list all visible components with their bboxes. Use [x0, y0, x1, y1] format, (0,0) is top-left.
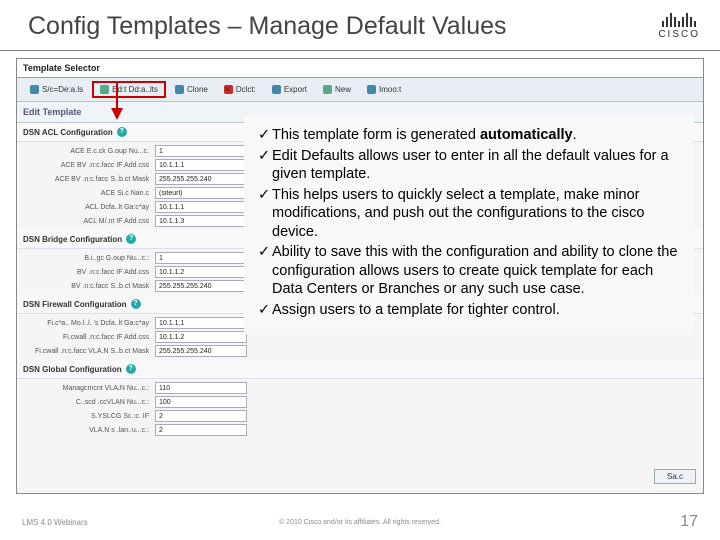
- input[interactable]: [155, 345, 247, 357]
- import-icon: [367, 85, 376, 94]
- label: DSN Bridge Configuration: [23, 235, 122, 244]
- input[interactable]: [155, 187, 247, 199]
- form-row: Managcmcnt VLA.N Nu...c.:: [17, 381, 703, 395]
- logo-block: CISCO: [658, 13, 700, 40]
- check-icon: ✓: [258, 243, 272, 299]
- label: Fi.c*a.. Mo.l..l. 's Dcfa..lt Ga:c*ay: [23, 320, 155, 327]
- slide: Config Templates – Manage Default Values…: [0, 0, 720, 540]
- input[interactable]: [155, 266, 247, 278]
- divider: [0, 50, 720, 51]
- clone-icon: [175, 85, 184, 94]
- input[interactable]: [155, 317, 247, 329]
- label: C..scd .ccVLAN Nu...c.:: [23, 399, 155, 406]
- import-button[interactable]: Imoo:t: [360, 82, 408, 97]
- global-rows: Managcmcnt VLA.N Nu...c.: C..scd .ccVLAN…: [17, 379, 703, 439]
- page-number: 17: [680, 513, 698, 531]
- label: ACE BV .n:c.facc S..b.ct Mask: [23, 176, 155, 183]
- input[interactable]: [155, 396, 247, 408]
- page-title: Config Templates – Manage Default Values: [28, 12, 507, 41]
- label: Imoo:t: [379, 85, 401, 94]
- label: BV .n:c.facc IF Add.css: [23, 269, 155, 276]
- input[interactable]: [155, 280, 247, 292]
- new-icon: [323, 85, 332, 94]
- bullet-item: ✓This helps users to quickly select a te…: [258, 186, 680, 242]
- input[interactable]: [155, 424, 247, 436]
- title-bar: Config Templates – Manage Default Values…: [28, 12, 700, 41]
- label: New: [335, 85, 351, 94]
- form-row: Fi.cwall .n:c.facc VLA.N S..b.ct Mask: [17, 344, 703, 358]
- label: VLA.N s .lan..u...c.:: [23, 427, 155, 434]
- cisco-logo: CISCO: [658, 13, 700, 40]
- input[interactable]: [155, 331, 247, 343]
- label: Managcmcnt VLA.N Nu...c.:: [23, 385, 155, 392]
- help-icon[interactable]: ?: [131, 299, 141, 309]
- delete-icon: ✕: [224, 85, 233, 94]
- label: DSN ACL Configuration: [23, 128, 113, 137]
- input[interactable]: [155, 201, 247, 213]
- check-icon: ✓: [258, 186, 272, 242]
- label: Fi.cwall .n:c.facc IF Add.css: [23, 334, 155, 341]
- footer-center: © 2010 Cisco and/or its affiliates. All …: [0, 519, 720, 526]
- label: Edit Template: [23, 107, 81, 117]
- footer: LMS 4.0 Webinars © 2010 Cisco and/or its…: [0, 504, 720, 540]
- input[interactable]: [155, 145, 247, 157]
- help-icon[interactable]: ?: [126, 364, 136, 374]
- label: ACL M/.nt IF Add.css: [23, 218, 155, 225]
- section-global-hdr: DSN Global Configuration?: [17, 360, 703, 379]
- logo-bars-icon: [662, 13, 696, 27]
- label: Fi.cwall .n:c.facc VLA.N S..b.ct Mask: [23, 348, 155, 355]
- callout-overlay: ✓This template form is generated automat…: [244, 114, 694, 335]
- export-icon: [272, 85, 281, 94]
- bullet-item: ✓Ability to save this with the configura…: [258, 243, 680, 299]
- details-icon: [30, 85, 39, 94]
- input[interactable]: [155, 159, 247, 171]
- text: Edit Defaults allows user to enter in al…: [272, 147, 680, 184]
- export-button[interactable]: Export: [265, 82, 314, 97]
- edit-defaults-button[interactable]: Ed:t Dd:a..lts: [92, 81, 166, 98]
- text: Assign users to a template for tighter c…: [272, 301, 680, 320]
- label: Dclct:: [236, 85, 256, 94]
- label: Clone: [187, 85, 208, 94]
- bullet-item: ✓Edit Defaults allows user to enter in a…: [258, 147, 680, 184]
- label: BV .n:c.facc S..b.ct Mask: [23, 283, 155, 290]
- save-button[interactable]: Sa.c: [654, 469, 696, 484]
- label: ACL Dcfa..lt Ga:c*ay: [23, 204, 155, 211]
- new-button[interactable]: New: [316, 82, 358, 97]
- form-row: S.YSLCG Sc.:c. IF: [17, 409, 703, 423]
- label: B.i..gc G.oup Nu...c.:: [23, 255, 155, 262]
- input[interactable]: [155, 173, 247, 185]
- label: ACE Si.c Nan.c: [23, 190, 155, 197]
- check-icon: ✓: [258, 126, 272, 145]
- bullet-item: ✓This template form is generated automat…: [258, 126, 680, 145]
- check-icon: ✓: [258, 301, 272, 320]
- label: S/c=De:a.ls: [42, 85, 83, 94]
- form-row: VLA.N s .lan..u...c.:: [17, 423, 703, 437]
- template-selector-header: Template Selector: [17, 59, 703, 78]
- input[interactable]: [155, 252, 247, 264]
- bullet-item: ✓ Assign users to a template for tighter…: [258, 301, 680, 320]
- input[interactable]: [155, 215, 247, 227]
- check-icon: ✓: [258, 147, 272, 184]
- save-row: Sa.c: [654, 466, 696, 484]
- text: Ability to save this with the configurat…: [272, 243, 680, 299]
- callout-arrow-icon: [108, 80, 126, 120]
- input[interactable]: [155, 410, 247, 422]
- help-icon[interactable]: ?: [126, 234, 136, 244]
- help-icon[interactable]: ?: [117, 127, 127, 137]
- show-details-button[interactable]: S/c=De:a.ls: [23, 82, 90, 97]
- label: ACE E.c.ck G.oup Nu...c.: [23, 148, 155, 155]
- label: Export: [284, 85, 307, 94]
- text: This template form is generated automati…: [272, 126, 680, 145]
- logo-text: CISCO: [658, 29, 700, 40]
- text: This helps users to quickly select a tem…: [272, 186, 680, 242]
- label: ACE BV .n:c.facc IF Add.css: [23, 162, 155, 169]
- label: DSN Global Configuration: [23, 365, 122, 374]
- label: DSN Firewall Configuration: [23, 300, 127, 309]
- delete-button[interactable]: ✕Dclct:: [217, 82, 263, 97]
- input[interactable]: [155, 382, 247, 394]
- bullet-list: ✓This template form is generated automat…: [258, 126, 680, 319]
- label: S.YSLCG Sc.:c. IF: [23, 413, 155, 420]
- clone-button[interactable]: Clone: [168, 82, 215, 97]
- form-row: C..scd .ccVLAN Nu...c.:: [17, 395, 703, 409]
